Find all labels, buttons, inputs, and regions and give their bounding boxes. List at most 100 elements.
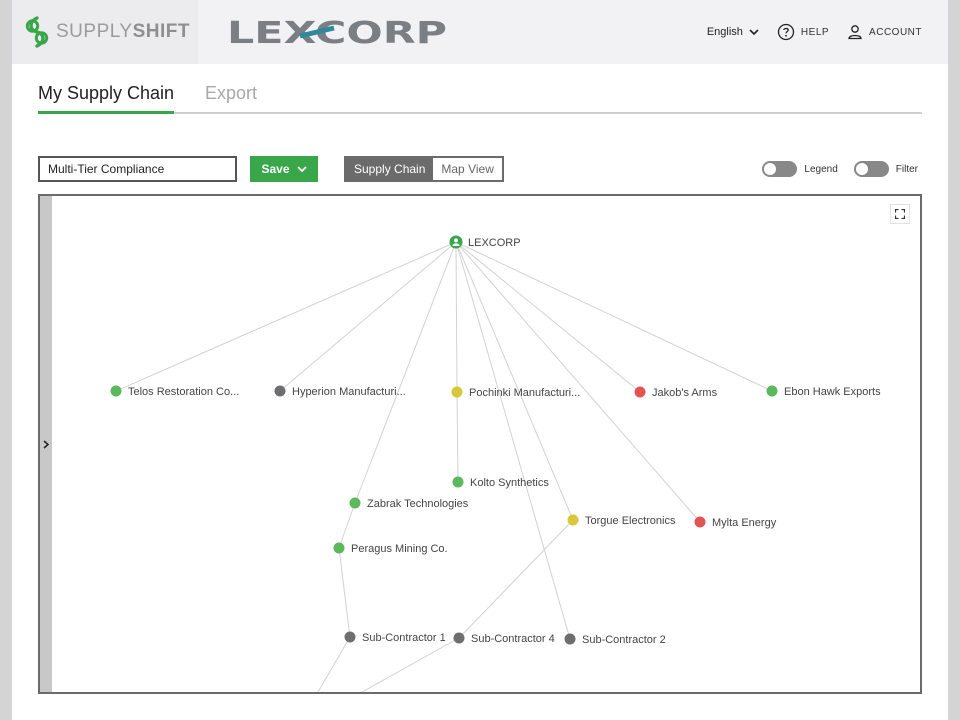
graph-edge	[455, 241, 571, 640]
node-label: Mylta Energy	[712, 517, 777, 529]
chain-name-input[interactable]	[38, 156, 237, 182]
client-logo: LEXCORP	[226, 14, 452, 48]
brand-name: SUPPLYSHIFT	[56, 21, 190, 43]
graph-node-torgue[interactable]: Torgue Electronics	[567, 514, 676, 528]
graph-edge	[115, 241, 457, 392]
graph-node-sub4[interactable]: Sub-Contractor 4	[453, 632, 555, 646]
root-node-label: LEXCORP	[468, 237, 521, 249]
graph-node-mylta[interactable]: Mylta Energy	[694, 516, 777, 530]
legend-label: Legend	[804, 163, 838, 175]
graph-node-root[interactable]: LEXCORP	[449, 235, 521, 250]
graph-edge	[455, 241, 773, 392]
help-icon	[777, 23, 795, 41]
node-label: Jakob's Arms	[652, 387, 718, 399]
node-label: Kolto Synthetics	[470, 477, 549, 489]
tab-export[interactable]: Export	[205, 83, 257, 114]
filter-switch-knob	[855, 163, 868, 175]
legend-switch-knob	[764, 163, 777, 175]
graph-edge	[455, 241, 641, 393]
filter-toggle[interactable]: Filter	[853, 161, 918, 177]
node-label: Sub-Contractor 4	[471, 633, 555, 645]
graph-edge	[279, 241, 457, 392]
help-label: HELP	[800, 26, 830, 38]
node-label: Peragus Mining Co.	[351, 543, 448, 555]
brand-name-bold: SHIFT	[132, 21, 190, 42]
view-switcher: Supply Chain Map View	[344, 156, 504, 182]
graph-controls: Save Supply Chain Map View Legend Filter	[38, 156, 922, 182]
side-panel-toggle[interactable]	[40, 196, 52, 692]
node-status-dot[interactable]	[634, 386, 646, 398]
node-status-dot[interactable]	[766, 385, 778, 397]
fullscreen-button[interactable]	[890, 204, 910, 224]
node-label: Hyperion Manufacturi...	[292, 386, 406, 398]
client-logo-wordmark: LEXCORP	[227, 16, 447, 48]
filter-label: Filter	[895, 163, 918, 175]
save-button[interactable]: Save	[250, 156, 318, 182]
node-status-dot[interactable]	[344, 631, 356, 643]
graph-node-ebon[interactable]: Ebon Hawk Exports	[766, 385, 882, 399]
node-label: Zabrak Technologies	[367, 498, 469, 510]
graph-edge	[458, 519, 574, 639]
account-link[interactable]: ACCOUNT	[847, 24, 922, 40]
graph-node-hyperion[interactable]: Hyperion Manufacturi...	[274, 385, 406, 399]
graph-node-sub2[interactable]: Sub-Contractor 2	[564, 633, 666, 647]
node-label: Sub-Contractor 1	[362, 632, 446, 644]
legend-switch[interactable]	[762, 161, 798, 177]
graph-node-kolto[interactable]: Kolto Synthetics	[452, 476, 550, 490]
node-label: Ebon Hawk Exports	[784, 386, 881, 398]
account-label: ACCOUNT	[869, 26, 922, 38]
chevron-right-icon	[43, 439, 49, 449]
graph-edge	[455, 241, 458, 393]
supplyshift-leaf-icon	[25, 16, 49, 48]
client-logo-text: LEXCORP	[227, 16, 447, 48]
supply-chain-graph[interactable]: Telos Restoration Co... Hyperion Manufact…	[38, 194, 922, 694]
display-toggles: Legend Filter	[762, 156, 918, 182]
graph-node-jakob[interactable]: Jakob's Arms	[634, 386, 718, 400]
view-supply-chain-button[interactable]: Supply Chain	[346, 158, 434, 180]
language-label: English	[706, 26, 743, 38]
supply-chain-network[interactable]: Telos Restoration Co... Hyperion Manufact…	[40, 196, 920, 692]
node-label: Telos Restoration Co...	[128, 386, 239, 398]
graph-node-peragus[interactable]: Peragus Mining Co.	[333, 542, 448, 556]
graph-node-telos[interactable]: Telos Restoration Co...	[110, 385, 240, 399]
app-window: SUPPLYSHIFT LEXCORP English HELP ACCOUNT…	[12, 0, 948, 720]
fullscreen-icon	[895, 209, 905, 219]
user-icon	[848, 25, 862, 40]
filter-switch[interactable]	[853, 161, 889, 177]
graph-edge	[317, 636, 351, 692]
node-label: Sub-Contractor 2	[582, 634, 666, 646]
node-status-dot[interactable]	[274, 385, 286, 397]
node-status-dot[interactable]	[694, 516, 706, 528]
node-status-dot[interactable]	[349, 497, 361, 509]
graph-node-zabrak[interactable]: Zabrak Technologies	[349, 497, 469, 511]
top-nav: English HELP ACCOUNT	[707, 0, 922, 64]
save-button-label: Save	[261, 162, 290, 176]
user-circle-icon-head	[454, 238, 458, 243]
node-status-dot[interactable]	[567, 514, 579, 526]
node-status-dot[interactable]	[451, 386, 463, 398]
node-status-dot[interactable]	[453, 632, 465, 644]
brand-name-light: SUPPLY	[56, 21, 133, 42]
graph-edge	[354, 241, 457, 504]
help-link[interactable]: HELP	[777, 23, 829, 41]
view-map-button[interactable]: Map View	[433, 158, 502, 180]
graph-edge	[456, 391, 459, 483]
node-status-dot[interactable]	[452, 476, 464, 488]
graph-edge	[361, 637, 460, 692]
graph-edge	[338, 502, 356, 549]
node-status-dot[interactable]	[564, 633, 576, 645]
top-header: SUPPLYSHIFT LEXCORP English HELP ACCOUNT	[12, 0, 948, 64]
chevron-down-icon	[296, 165, 307, 172]
chevron-down-icon	[749, 28, 759, 35]
legend-toggle[interactable]: Legend	[762, 161, 838, 177]
page-tabs: My Supply Chain Export	[38, 80, 922, 114]
graph-node-pochinki[interactable]: Pochinki Manufacturi...	[451, 386, 581, 400]
node-status-dot[interactable]	[110, 385, 122, 397]
node-label: Torgue Electronics	[585, 515, 676, 527]
graph-edge	[338, 547, 351, 638]
language-selector[interactable]: English	[707, 26, 759, 38]
tab-my-supply-chain[interactable]: My Supply Chain	[38, 83, 175, 114]
supplyshift-logo[interactable]: SUPPLYSHIFT	[12, 0, 198, 64]
node-status-dot[interactable]	[333, 542, 345, 554]
graph-node-sub1[interactable]: Sub-Contractor 1	[344, 631, 446, 645]
